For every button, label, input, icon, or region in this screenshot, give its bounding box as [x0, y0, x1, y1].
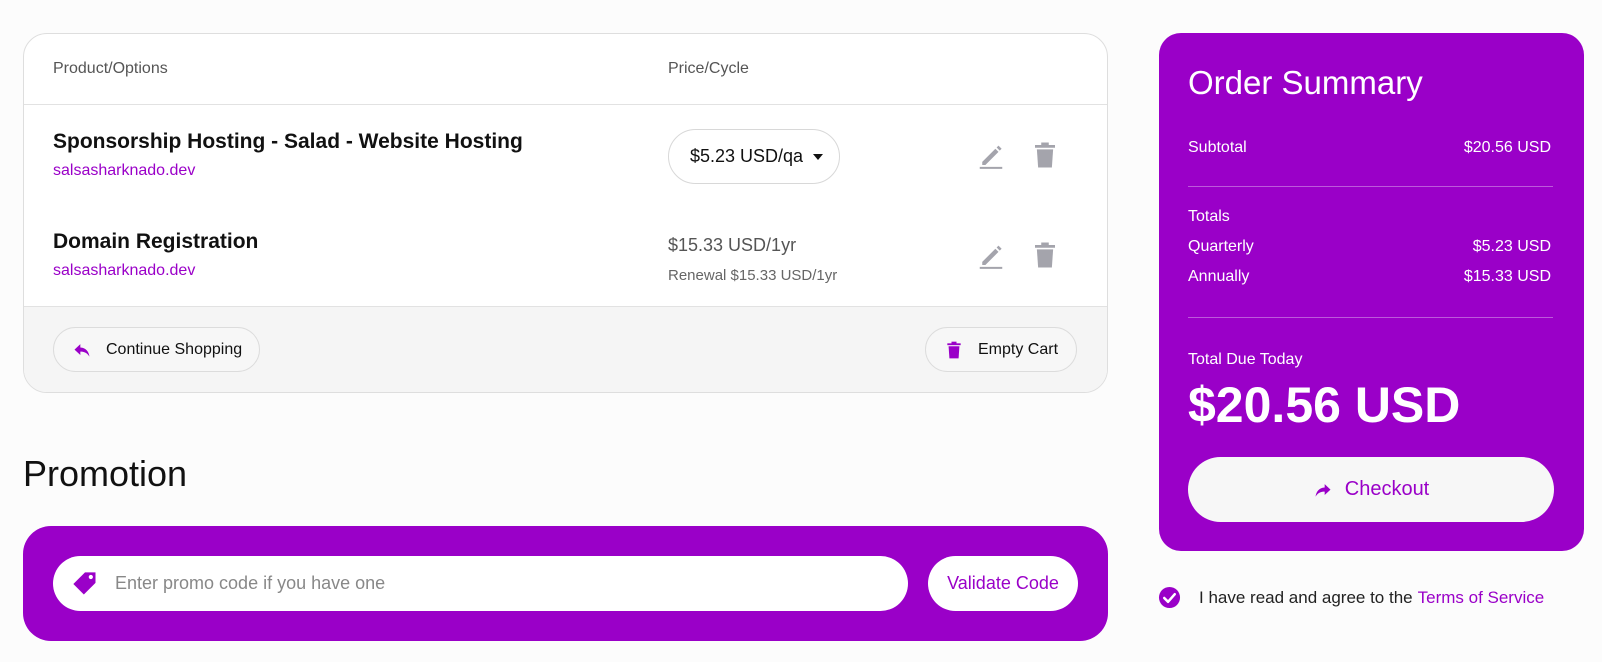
total-due-label: Total Due Today [1188, 351, 1303, 368]
continue-shopping-label: Continue Shopping [106, 340, 243, 358]
annually-label: Annually [1188, 268, 1250, 285]
quarterly-line: Quarterly $5.23 USD [1188, 238, 1551, 256]
caret-down-icon [813, 153, 824, 160]
promo-code-input[interactable] [115, 573, 875, 594]
totals-label: Totals [1188, 208, 1230, 225]
header-price-cycle: Price/Cycle [668, 60, 749, 77]
tag-icon [73, 571, 96, 594]
quarterly-value: $5.23 USD [1472, 238, 1551, 255]
promotion-bar: Validate Code [23, 526, 1108, 641]
edit-icon[interactable] [976, 140, 1006, 170]
trash-icon[interactable] [1030, 140, 1060, 170]
empty-cart-button[interactable]: Empty Cart [925, 327, 1077, 372]
billing-cycle-value: $5.23 USD/qa [690, 146, 804, 166]
quarterly-label: Quarterly [1188, 238, 1254, 255]
cart-row-hosting: Sponsorship Hosting - Salad - Website Ho… [24, 105, 1107, 207]
terms-of-service-link[interactable]: Terms of Service [1418, 588, 1545, 608]
check-circle-icon[interactable] [1158, 586, 1181, 609]
summary-divider [1188, 317, 1553, 318]
order-summary: Order Summary Subtotal $20.56 USD Totals… [1159, 33, 1584, 551]
product-name: Domain Registration [53, 230, 259, 253]
domain-price: $15.33 USD/1yr [668, 235, 797, 255]
cart-header: Product/Options Price/Cycle [24, 34, 1107, 105]
total-due-value: $20.56 USD [1188, 377, 1461, 433]
domain-renewal-price: Renewal $15.33 USD/1yr [668, 267, 838, 284]
summary-divider [1188, 186, 1553, 187]
validate-code-button[interactable]: Validate Code [928, 556, 1078, 611]
promo-input-wrapper [53, 556, 908, 611]
cart-table: Product/Options Price/Cycle Sponsorship … [23, 33, 1108, 393]
terms-text: I have read and agree to the [1199, 587, 1413, 607]
subtotal-line: Subtotal $20.56 USD [1188, 139, 1551, 157]
product-domain: salsasharknado.dev [53, 162, 196, 179]
subtotal-value: $20.56 USD [1463, 139, 1551, 156]
reply-icon [74, 343, 90, 357]
continue-shopping-button[interactable]: Continue Shopping [53, 327, 260, 372]
share-arrow-icon [1315, 483, 1331, 497]
edit-icon[interactable] [976, 240, 1006, 270]
trash-icon[interactable] [1030, 240, 1060, 270]
trash-icon [947, 341, 961, 358]
order-summary-title: Order Summary [1188, 64, 1423, 101]
header-product-options: Product/Options [53, 60, 168, 77]
cart-footer: Continue Shopping Empty Cart [24, 307, 1107, 392]
checkout-button[interactable]: Checkout [1188, 457, 1554, 522]
subtotal-label: Subtotal [1188, 139, 1247, 156]
annually-value: $15.33 USD [1463, 268, 1551, 285]
cart-row-domain: Domain Registration salsasharknado.dev $… [24, 205, 1107, 307]
promotion-title: Promotion [23, 453, 188, 494]
empty-cart-label: Empty Cart [978, 340, 1059, 358]
product-domain: salsasharknado.dev [53, 262, 196, 279]
checkout-label: Checkout [1344, 478, 1430, 500]
billing-cycle-select[interactable]: $5.23 USD/qa [668, 129, 840, 184]
terms-agreement: I have read and agree to the Terms of Se… [1158, 586, 1544, 609]
product-name: Sponsorship Hosting - Salad - Website Ho… [53, 130, 523, 153]
annually-line: Annually $15.33 USD [1188, 268, 1551, 286]
